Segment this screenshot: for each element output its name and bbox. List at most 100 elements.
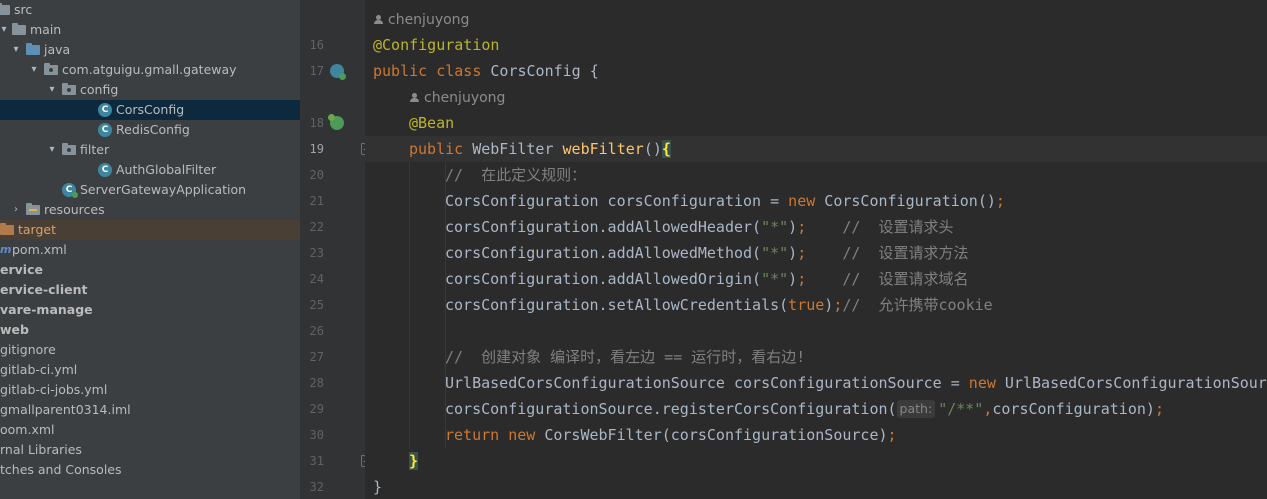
tree-item-gmallparent0314-iml[interactable]: gmallparent0314.iml <box>0 400 300 420</box>
tree-item-label: ervice-client <box>0 282 88 297</box>
line-number: 22 <box>309 220 324 234</box>
line-number: 24 <box>309 272 324 286</box>
tree-item-label: resources <box>44 202 105 217</box>
code-line-16[interactable]: @Configuration <box>373 32 499 58</box>
line-number: 19 <box>309 142 324 156</box>
tree-item-label: rnal Libraries <box>0 442 82 457</box>
keyword: new <box>968 374 1005 392</box>
semicolon: ; <box>887 426 897 444</box>
keyword: public class <box>373 62 491 80</box>
line-number: 20 <box>309 168 324 182</box>
tree-item-label: RedisConfig <box>116 122 190 137</box>
spring-config-class-icon[interactable] <box>330 64 346 80</box>
keyword: true <box>788 296 825 314</box>
code-line-31[interactable]: } <box>409 448 419 474</box>
tree-item-java[interactable]: ▾ java <box>0 40 300 60</box>
code-line-25[interactable]: corsConfiguration.setAllowCredentials(tr… <box>445 292 993 318</box>
tree-item-label: gitlab-ci.yml <box>0 362 78 377</box>
tree-item-pom-xml[interactable]: m pom.xml <box>0 240 300 260</box>
tree-item-src[interactable]: src <box>0 0 300 20</box>
tree-item-vare-manage[interactable]: vare-manage <box>0 300 300 320</box>
code-line-23[interactable]: corsConfiguration.addAllowedMethod("*");… <box>445 240 968 266</box>
code-line-21[interactable]: CorsConfiguration corsConfiguration = ne… <box>445 188 1005 214</box>
chevron-down-icon[interactable]: ▾ <box>46 140 58 160</box>
comment: // 设置请求域名 <box>806 270 969 288</box>
spring-app-class-icon: C <box>62 183 78 198</box>
keyword: public <box>409 140 473 158</box>
code-text: UrlBasedCorsConfigurationSource <box>1004 374 1267 392</box>
semicolon: ; <box>833 296 843 314</box>
tree-item-filter[interactable]: ▾ filter <box>0 140 300 160</box>
tree-item-com-atguigu-gmall-gateway[interactable]: ▾ com.atguigu.gmall.gateway <box>0 60 300 80</box>
code-line-17[interactable]: public class CorsConfig { <box>373 58 599 84</box>
tree-item-label: com.atguigu.gmall.gateway <box>62 62 237 77</box>
type-name: WebFilter <box>472 140 563 158</box>
code-text: ) <box>788 270 798 288</box>
tree-item-authglobalfilter[interactable]: C AuthGlobalFilter <box>0 160 300 180</box>
code-line-30[interactable]: return new CorsWebFilter(corsConfigurati… <box>445 422 897 448</box>
tree-item-config[interactable]: ▾ config <box>0 80 300 100</box>
tree-item-label: vare-manage <box>0 302 93 317</box>
code-text: corsConfiguration) <box>992 400 1155 418</box>
tree-item-main[interactable]: ▾ main <box>0 20 300 40</box>
code-line-28[interactable]: UrlBasedCorsConfigurationSource corsConf… <box>445 370 1267 396</box>
tree-item-redisconfig[interactable]: C RedisConfig <box>0 120 300 140</box>
chevron-down-icon[interactable]: ▾ <box>10 40 22 60</box>
semicolon: ; <box>797 270 807 288</box>
tree-item-gitlab-ci-jobs-yml[interactable]: gitlab-ci-jobs.yml <box>0 380 300 400</box>
code-text: ) <box>788 218 798 236</box>
line-number: 31 <box>309 454 324 468</box>
tree-item-gitignore[interactable]: gitignore <box>0 340 300 360</box>
semicolon: ; <box>797 218 807 236</box>
tree-item-ervice[interactable]: ervice <box>0 260 300 280</box>
tree-item-ervice-client[interactable]: ervice-client <box>0 280 300 300</box>
chevron-right-icon[interactable]: › <box>10 200 22 220</box>
resources-folder-icon <box>26 203 40 215</box>
line-number: 16 <box>309 38 324 52</box>
annotation: @Bean <box>409 114 455 132</box>
tree-item-corsconfig[interactable]: C CorsConfig <box>0 100 300 120</box>
code-line-24[interactable]: corsConfiguration.addAllowedOrigin("*");… <box>445 266 968 292</box>
tree-item-label: ervice <box>0 262 43 277</box>
code-author-hint[interactable]: chenjuyong <box>410 85 505 111</box>
tree-item-tches-and-consoles[interactable]: tches and Consoles <box>0 460 300 480</box>
tree-item-oom-xml[interactable]: oom.xml <box>0 420 300 440</box>
string: "*" <box>761 244 789 262</box>
tree-item-resources[interactable]: › resources <box>0 200 300 220</box>
line-number: 17 <box>309 64 324 78</box>
tree-item-servergatewayapplication[interactable]: C ServerGatewayApplication <box>0 180 300 200</box>
tree-item-target[interactable]: target <box>0 220 300 240</box>
package-icon <box>62 83 76 95</box>
tree-item-label: gitignore <box>0 342 56 357</box>
tree-item-label: pom.xml <box>12 242 67 257</box>
folder-icon <box>26 43 40 55</box>
code-author-hint[interactable]: chenjuyong <box>374 7 469 33</box>
code-editor[interactable]: chenjuyong @Configuration public class C… <box>365 0 1267 499</box>
package-icon <box>44 63 58 75</box>
string: "*" <box>761 218 789 236</box>
spring-bean-icon[interactable] <box>328 114 344 130</box>
java-class-icon: C <box>98 103 112 117</box>
line-number: 27 <box>309 350 324 364</box>
code-line-27[interactable]: // 创建对象 编译时，看左边 == 运行时，看右边! <box>445 344 805 370</box>
tree-item-gitlab-ci-yml[interactable]: gitlab-ci.yml <box>0 360 300 380</box>
code-text: corsConfiguration.addAllowedMethod( <box>445 244 762 262</box>
tree-item-label: gmallparent0314.iml <box>0 402 131 417</box>
code-line-19[interactable]: public WebFilter webFilter(){ <box>409 136 671 162</box>
chevron-down-icon[interactable]: ▾ <box>0 20 10 40</box>
author-name: chenjuyong <box>424 90 506 106</box>
code-line-32[interactable]: } <box>373 474 382 499</box>
tree-item-rnal-libraries[interactable]: rnal Libraries <box>0 440 300 460</box>
line-number: 21 <box>309 194 324 208</box>
tree-item-web[interactable]: web <box>0 320 300 340</box>
code-line-22[interactable]: corsConfiguration.addAllowedHeader("*");… <box>445 214 953 240</box>
code-line-20[interactable]: // 在此定义规则： <box>445 162 586 188</box>
code-line-18[interactable]: @Bean <box>409 110 454 136</box>
keyword: return new <box>445 426 545 444</box>
tree-item-label: target <box>18 222 57 237</box>
chevron-down-icon[interactable]: ▾ <box>28 60 40 80</box>
tree-item-label: java <box>44 42 71 57</box>
code-line-29[interactable]: corsConfigurationSource.registerCorsConf… <box>445 396 1164 422</box>
tree-item-label: src <box>14 2 33 17</box>
chevron-down-icon[interactable]: ▾ <box>46 80 58 100</box>
